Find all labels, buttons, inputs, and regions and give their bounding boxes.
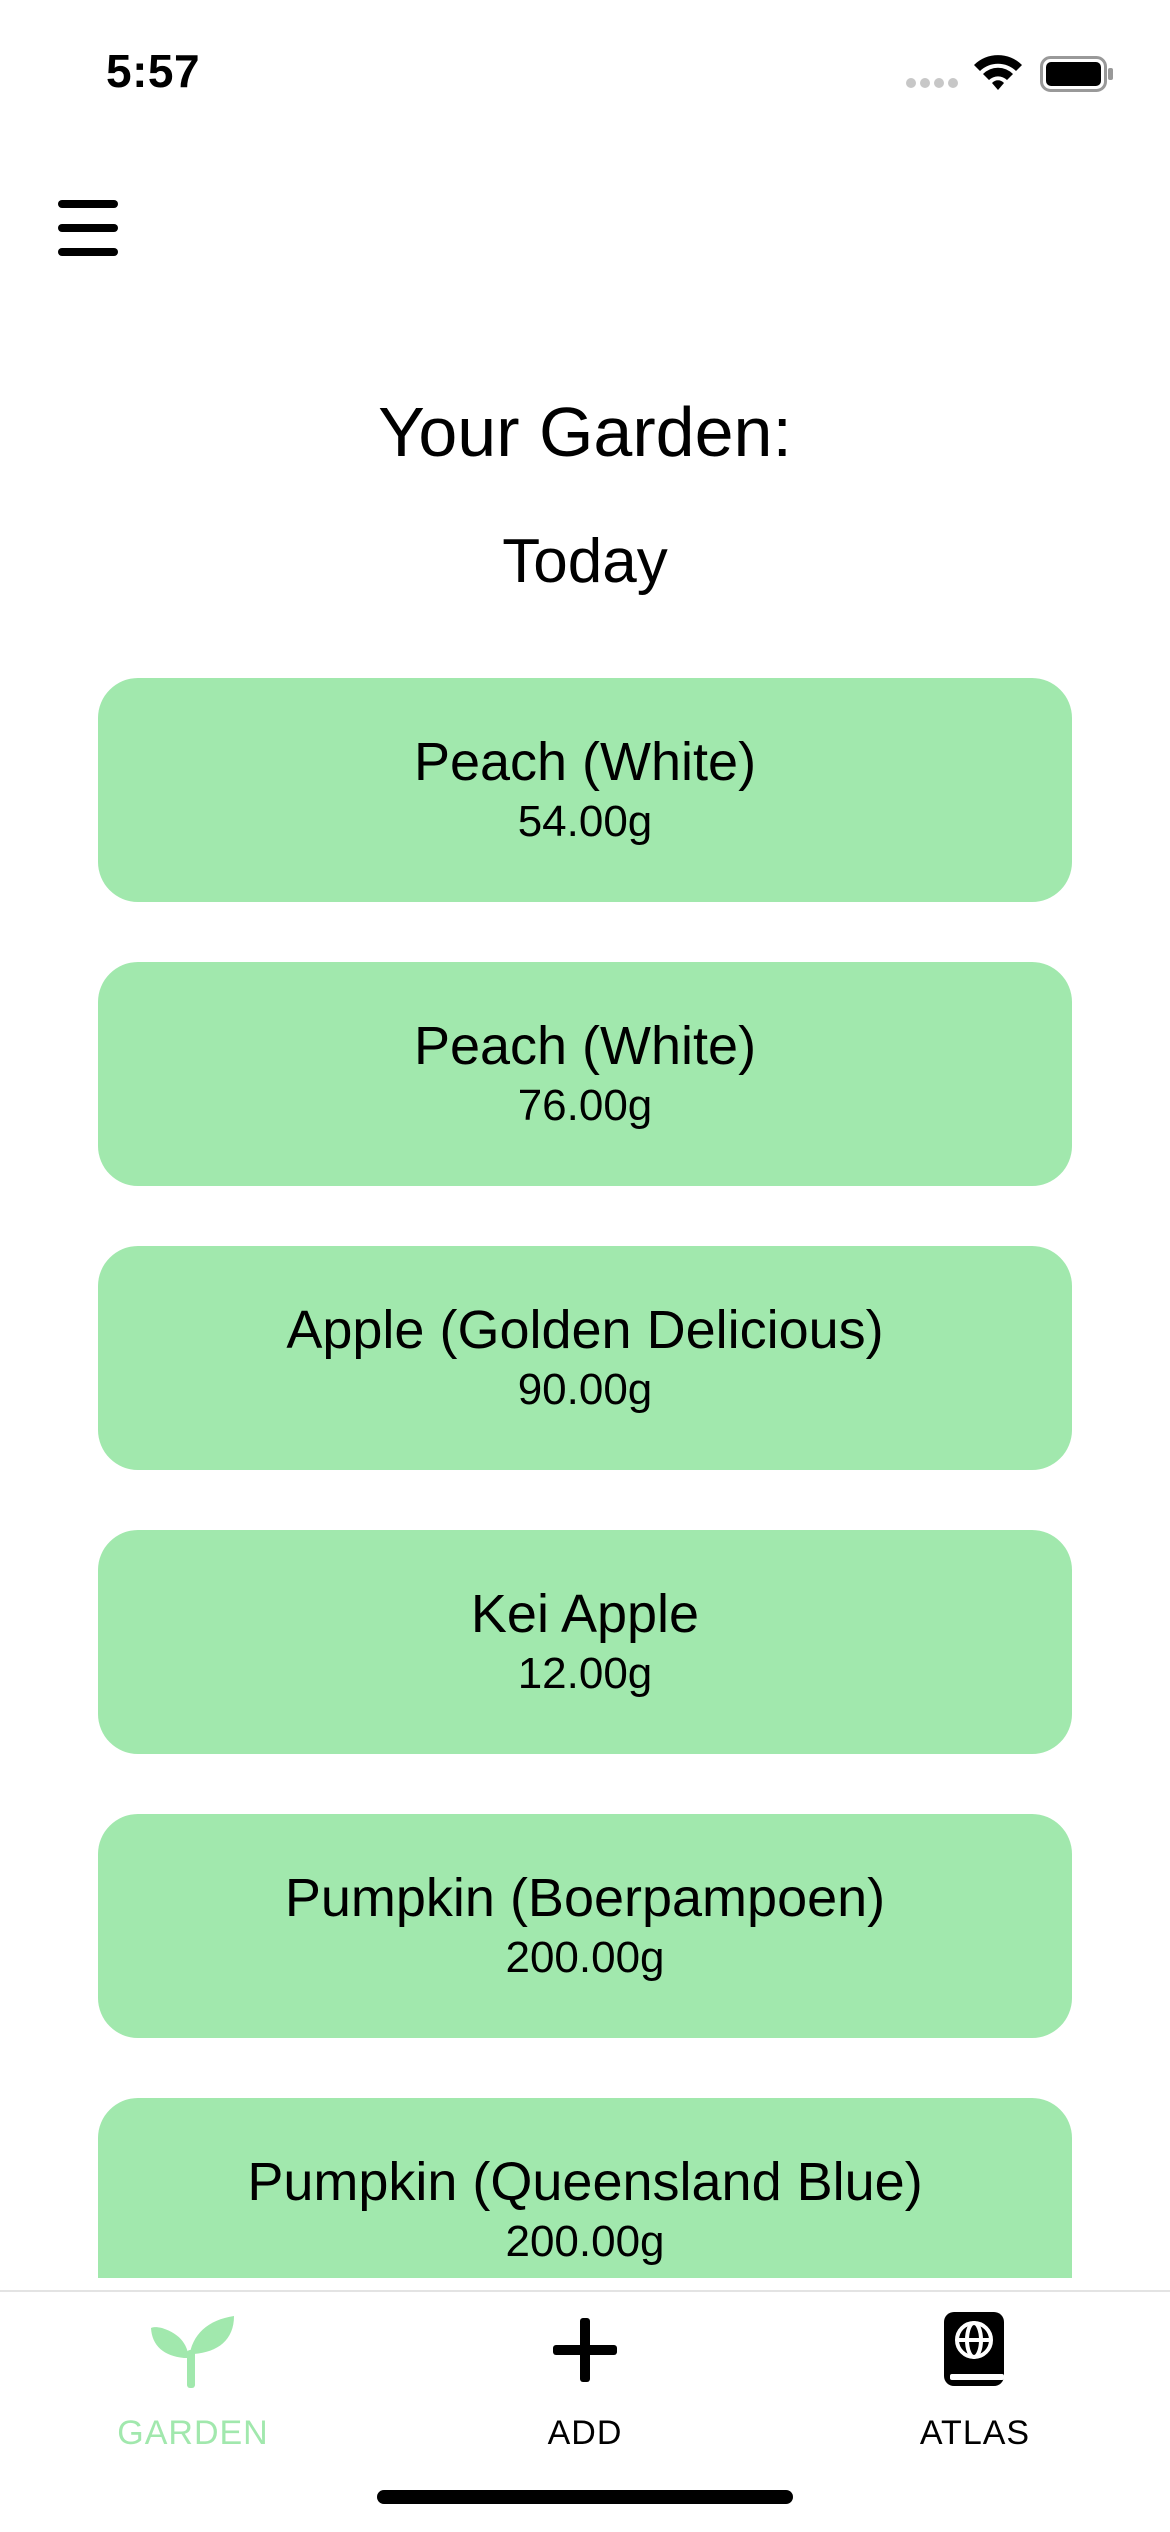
status-time: 5:57 [106, 45, 201, 97]
wifi-icon [974, 55, 1022, 90]
page-title: Your Garden: [378, 393, 792, 471]
plant-name: Apple (Golden Delicious) [286, 1300, 884, 1360]
menu-bar-line [58, 248, 118, 256]
section-date-label: Today [502, 527, 668, 596]
plant-weight: 90.00g [517, 1365, 653, 1414]
plant-card[interactable]: Kei Apple 12.00g [98, 1530, 1072, 1754]
globe-book-icon [944, 2312, 1004, 2386]
plant-list[interactable]: Peach (White) 54.00g Peach (White) 76.00… [0, 660, 1170, 2278]
cellular-signal-icon [906, 78, 958, 88]
plant-weight: 200.00g [505, 1933, 665, 1982]
plant-name: Peach (White) [413, 1016, 757, 1076]
plant-card[interactable]: Apple (Golden Delicious) 90.00g [98, 1246, 1072, 1470]
plant-weight: 200.00g [505, 2217, 665, 2266]
plant-card[interactable]: Peach (White) 76.00g [98, 962, 1072, 1186]
home-indicator[interactable] [377, 2490, 793, 2504]
status-bar: 5:57 [0, 0, 1170, 150]
menu-bar-line [58, 200, 118, 208]
hamburger-menu-icon[interactable] [58, 200, 122, 258]
plant-weight: 12.00g [517, 1649, 653, 1698]
menu-bar-line [58, 224, 118, 232]
plant-name: Peach (White) [413, 732, 757, 792]
battery-icon [1040, 56, 1113, 92]
tab-add[interactable]: ADD [425, 2292, 745, 2452]
tab-label-atlas: ATLAS [919, 2414, 1031, 2452]
tab-label-add: ADD [547, 2414, 623, 2452]
plant-weight: 54.00g [517, 797, 653, 846]
plant-card[interactable]: Pumpkin (Boerpampoen) 200.00g [98, 1814, 1072, 2038]
plant-weight: 76.00g [517, 1081, 653, 1130]
tab-label-garden: GARDEN [117, 2414, 269, 2452]
tab-garden[interactable]: GARDEN [33, 2292, 353, 2452]
garden-screen: 5:57 Your Garden: Today Peach (White) 54 [0, 0, 1170, 2532]
plant-card[interactable]: Pumpkin (Queensland Blue) 200.00g [98, 2098, 1072, 2278]
plant-name: Pumpkin (Queensland Blue) [247, 2152, 923, 2212]
tab-atlas[interactable]: ATLAS [815, 2292, 1135, 2452]
plus-icon [553, 2318, 617, 2382]
plant-name: Kei Apple [470, 1584, 700, 1644]
plant-name: Pumpkin (Boerpampoen) [284, 1868, 886, 1928]
sprout-icon [151, 2316, 234, 2388]
plant-card[interactable]: Peach (White) 54.00g [98, 678, 1072, 902]
